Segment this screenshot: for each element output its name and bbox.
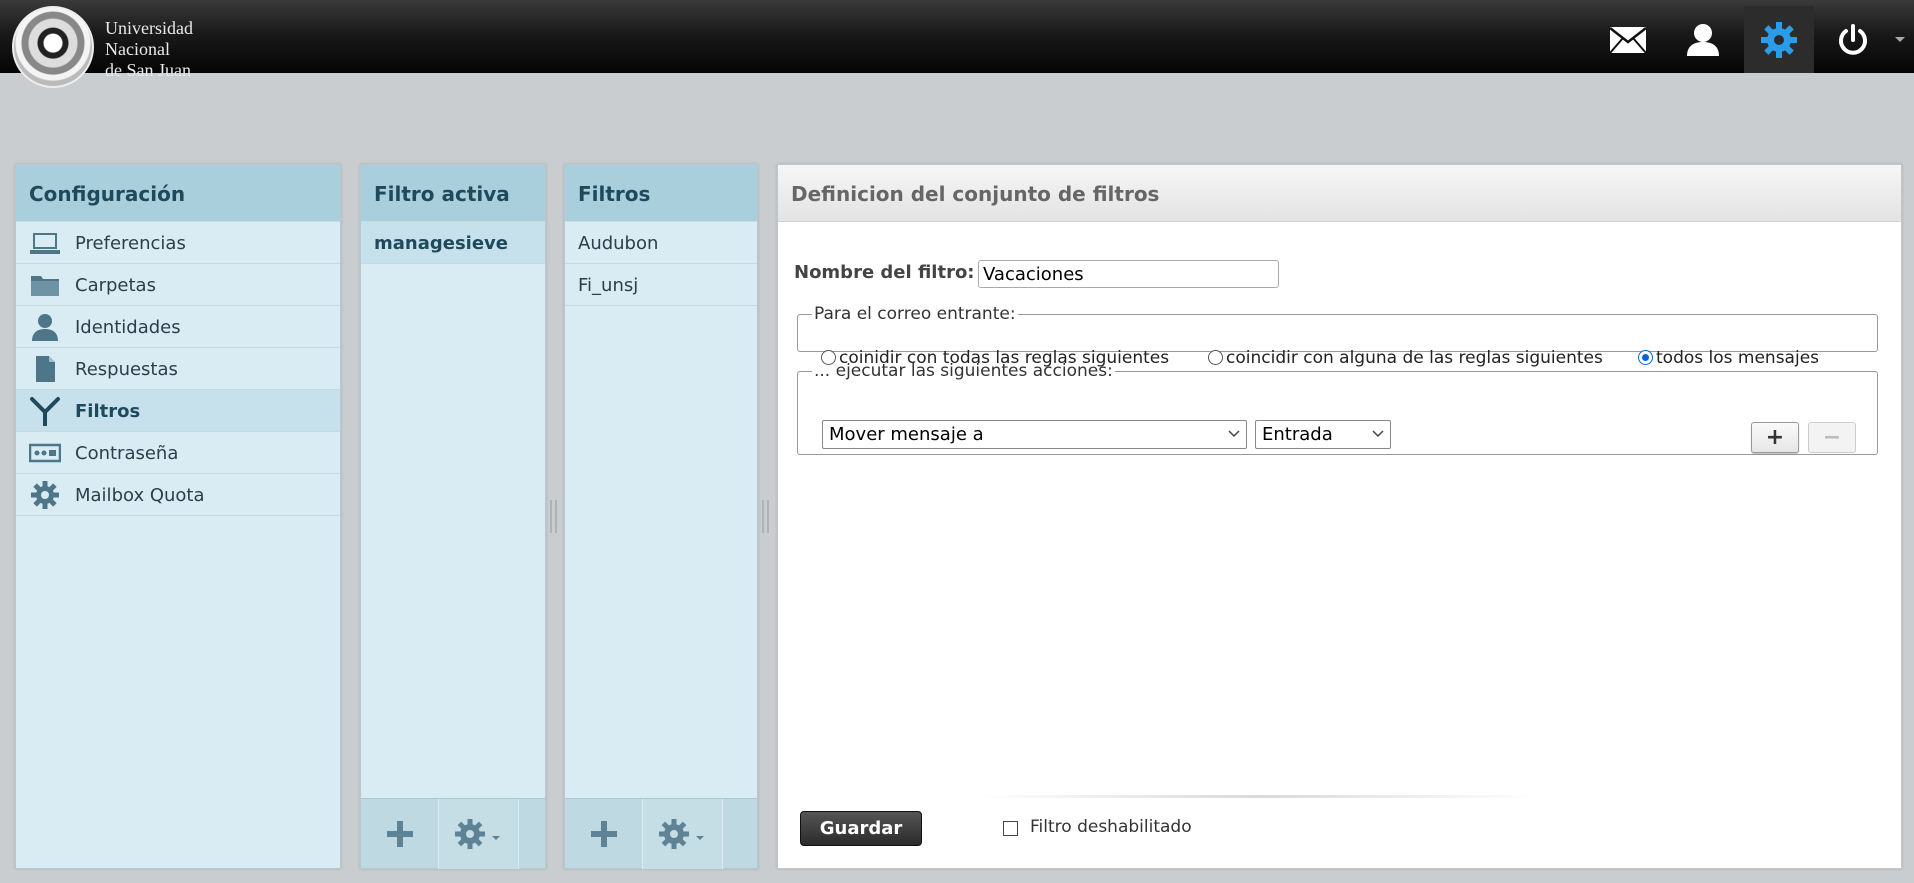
gear-icon	[1761, 21, 1797, 58]
filter-item[interactable]: Fi_unsj	[565, 264, 757, 306]
chevron-down-icon[interactable]	[1893, 33, 1907, 45]
sidebar-item-preferences[interactable]: Preferencias	[16, 222, 340, 264]
folder-select-value: Entrada	[1262, 424, 1333, 445]
mail-icon	[1609, 26, 1647, 54]
save-button[interactable]: Guardar	[800, 811, 922, 846]
add-action-button[interactable]: +	[1751, 422, 1799, 453]
gear-dropdown-icon	[454, 819, 500, 849]
sidebar-item-label: Filtros	[75, 401, 141, 422]
filter-name-input[interactable]	[978, 260, 1279, 288]
power-icon	[1839, 23, 1867, 55]
chevron-down-icon	[1372, 430, 1384, 438]
gear-icon	[31, 481, 59, 509]
active-filter-panel: Filtro activa managesieve	[360, 164, 546, 869]
active-filter-toolbar	[361, 798, 545, 869]
filter-label: Audubon	[578, 233, 659, 254]
action-select-value: Mover mensaje a	[829, 424, 984, 445]
user-icon	[1687, 23, 1719, 56]
folder-icon	[31, 276, 59, 296]
sidebar-item-mailbox-quota[interactable]: Mailbox Quota	[16, 474, 340, 516]
plus-icon	[386, 821, 413, 847]
incoming-mail-legend: Para el correo entrante:	[814, 304, 1016, 324]
gear-dropdown-icon	[658, 819, 704, 849]
settings-button[interactable]	[1744, 6, 1814, 73]
panel-splitter[interactable]	[550, 500, 557, 533]
sidebar-item-label: Mailbox Quota	[75, 485, 205, 506]
top-bar: Universidad Nacional de San Juan	[0, 0, 1914, 88]
sidebar-item-identities[interactable]: Identidades	[16, 306, 340, 348]
filter-name-label: Nombre del filtro:	[794, 262, 975, 283]
remove-action-button[interactable]: −	[1808, 422, 1856, 453]
filter-disabled-checkbox[interactable]	[1003, 821, 1018, 836]
panel-splitter[interactable]	[762, 500, 769, 533]
folder-select[interactable]: Entrada	[1255, 420, 1391, 449]
filter-disabled-label: Filtro deshabilitado	[1030, 817, 1192, 837]
filter-definition-title: Definicion del conjunto de filtros	[778, 165, 1901, 222]
filterset-actions-button[interactable]	[439, 799, 519, 869]
filterset-label: managesieve	[374, 233, 508, 254]
sidebar-item-label: Preferencias	[75, 233, 186, 254]
filters-panel-title: Filtros	[565, 165, 757, 222]
logout-button[interactable]	[1818, 6, 1888, 73]
filter-label: Fi_unsj	[578, 275, 639, 296]
filters-panel: Filtros Audubon Fi_unsj	[564, 164, 758, 869]
contacts-button[interactable]	[1668, 6, 1738, 73]
filter-definition-panel: Definicion del conjunto de filtros Nombr…	[777, 164, 1902, 869]
person-icon	[32, 314, 58, 341]
actions-legend: ... ejecutar las siguientes acciones:	[814, 361, 1113, 381]
action-select[interactable]: Mover mensaje a	[822, 420, 1247, 449]
sidebar-item-label: Carpetas	[75, 275, 156, 296]
university-logo[interactable]: Universidad Nacional de San Juan	[12, 6, 212, 88]
sidebar-item-label: Respuestas	[75, 359, 178, 380]
logo-line-3: de San Juan	[105, 60, 191, 80]
mail-button[interactable]	[1593, 6, 1663, 73]
laptop-icon	[30, 233, 60, 254]
sidebar-item-responses[interactable]: Respuestas	[16, 348, 340, 390]
password-icon	[29, 443, 61, 463]
footer-divider	[978, 795, 1538, 798]
settings-sidebar-title: Configuración	[16, 165, 340, 222]
sidebar-item-filters[interactable]: Filtros	[16, 390, 340, 432]
sidebar-item-folders[interactable]: Carpetas	[16, 264, 340, 306]
plus-icon	[590, 821, 617, 847]
active-filter-title: Filtro activa	[361, 165, 545, 222]
filterset-item[interactable]: managesieve	[361, 222, 545, 264]
filter-actions-button[interactable]	[643, 799, 723, 869]
sidebar-item-label: Identidades	[75, 317, 181, 338]
sidebar-item-label: Contraseña	[75, 443, 179, 464]
add-filter-button[interactable]	[565, 799, 643, 869]
incoming-mail-group: Para el correo entrante:	[797, 304, 1878, 352]
chevron-down-icon	[1228, 430, 1240, 438]
logo-line-2: Nacional	[105, 39, 170, 59]
filter-item[interactable]: Audubon	[565, 222, 757, 264]
logo-line-1: Universidad	[105, 18, 193, 38]
logo-text: Universidad Nacional de San Juan	[105, 18, 225, 81]
add-filterset-button[interactable]	[361, 799, 439, 869]
filter-icon	[30, 397, 60, 426]
university-seal-icon	[12, 6, 94, 88]
filters-toolbar	[565, 798, 757, 869]
sidebar-item-password[interactable]: Contraseña	[16, 432, 340, 474]
document-icon	[36, 356, 55, 382]
settings-sidebar: Configuración Preferencias Carpetas Iden…	[15, 164, 341, 869]
